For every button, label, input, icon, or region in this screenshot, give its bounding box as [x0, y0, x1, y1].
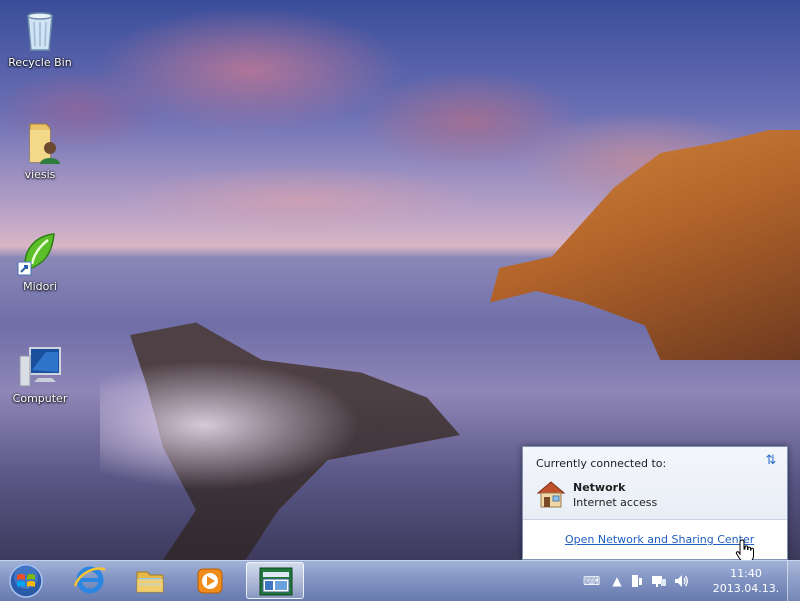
internet-explorer-icon [73, 566, 106, 594]
network-status: Internet access [573, 496, 658, 509]
start-button[interactable] [6, 563, 46, 599]
hand-cursor-icon [735, 539, 757, 560]
clock[interactable]: 11:40 2013.04.13. [710, 566, 782, 596]
desktop-icon-label: viesis [24, 168, 56, 181]
wallpaper-surf [100, 360, 360, 490]
desktop-icon-midori[interactable]: Midori [2, 230, 78, 294]
network-icon[interactable] [651, 573, 667, 589]
taskbar-running-app[interactable] [246, 562, 304, 599]
flyout-header: Currently connected to: [536, 457, 667, 470]
open-network-sharing-center-link[interactable]: Open Network and Sharing Center [565, 533, 754, 546]
action-center-icon[interactable] [629, 573, 645, 589]
media-player-icon [197, 568, 223, 594]
midori-browser-icon [16, 230, 64, 278]
desktop-background[interactable]: Recycle Bin viesis Midori Computer Curre… [0, 0, 800, 560]
desktop-icon-computer[interactable]: Computer [2, 342, 78, 406]
desktop-icon-user-folder[interactable]: viesis [2, 118, 78, 182]
computer-icon [16, 342, 64, 390]
taskbar-internet-explorer[interactable] [65, 562, 115, 599]
network-name[interactable]: Network [573, 481, 625, 494]
user-folder-icon [16, 118, 64, 166]
refresh-arrows-icon[interactable]: ⇅ [763, 453, 779, 469]
desktop-icon-label: Midori [23, 280, 57, 293]
keyboard-icon[interactable]: ⌨ [583, 573, 600, 589]
app-window-icon [259, 567, 293, 596]
home-network-icon [535, 479, 567, 509]
taskbar-media-player[interactable] [185, 562, 235, 599]
recycle-bin-icon [16, 6, 64, 54]
folder-explorer-icon [136, 571, 164, 593]
wallpaper-cliff [490, 130, 800, 360]
taskbar-windows-explorer[interactable] [125, 562, 175, 599]
show-desktop-button[interactable] [787, 561, 800, 601]
desktop-icon-recycle-bin[interactable]: Recycle Bin [2, 6, 78, 70]
clock-date: 2013.04.13. [712, 582, 780, 595]
taskbar: ⌨ ▲ 11:40 2013.04.13. [0, 560, 800, 601]
clock-time: 11:40 [730, 567, 762, 580]
desktop-icon-label: Recycle Bin [8, 56, 72, 69]
volume-icon[interactable] [673, 573, 689, 589]
windows-start-orb-icon [9, 564, 43, 598]
show-hidden-arrow-icon[interactable]: ▲ [609, 573, 625, 589]
desktop-icon-label: Computer [12, 392, 68, 405]
